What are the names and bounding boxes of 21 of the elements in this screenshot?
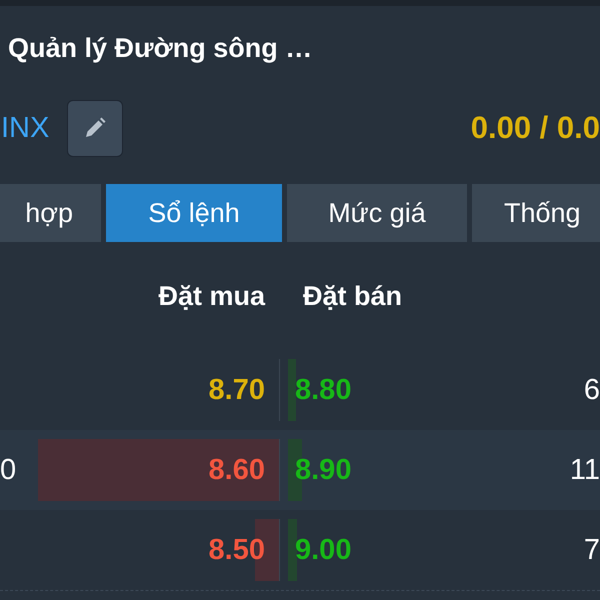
ask-price: 8.80 xyxy=(295,374,352,406)
tab[interactable]: Sổ lệnh xyxy=(106,184,282,242)
column-header: Đặt mua xyxy=(157,280,265,312)
tab[interactable]: Mức giá xyxy=(287,184,467,242)
volume-cell: 7 xyxy=(584,534,600,566)
tab[interactable]: hợp xyxy=(0,184,101,242)
pencil-icon xyxy=(83,116,108,140)
ask-price: 8.90 xyxy=(295,454,352,486)
volume-cell: 0 xyxy=(0,454,16,486)
price-ratio: 0.00 / 0.0 xyxy=(470,110,600,146)
tab[interactable]: Thống xyxy=(472,184,600,242)
bid-price: 8.60 xyxy=(208,454,265,486)
edit-button[interactable] xyxy=(67,100,124,156)
volume-cell: 11 xyxy=(570,454,600,486)
bid-price: 8.50 xyxy=(208,534,265,566)
symbol-label[interactable]: INX xyxy=(1,112,50,144)
volume-cell: 6 xyxy=(584,374,600,406)
bid-price: 8.70 xyxy=(208,374,265,406)
ask-price: 9.00 xyxy=(295,534,352,566)
instrument-title: Quản lý Đường sông … xyxy=(8,32,312,64)
column-header: Đặt bán xyxy=(303,280,402,312)
